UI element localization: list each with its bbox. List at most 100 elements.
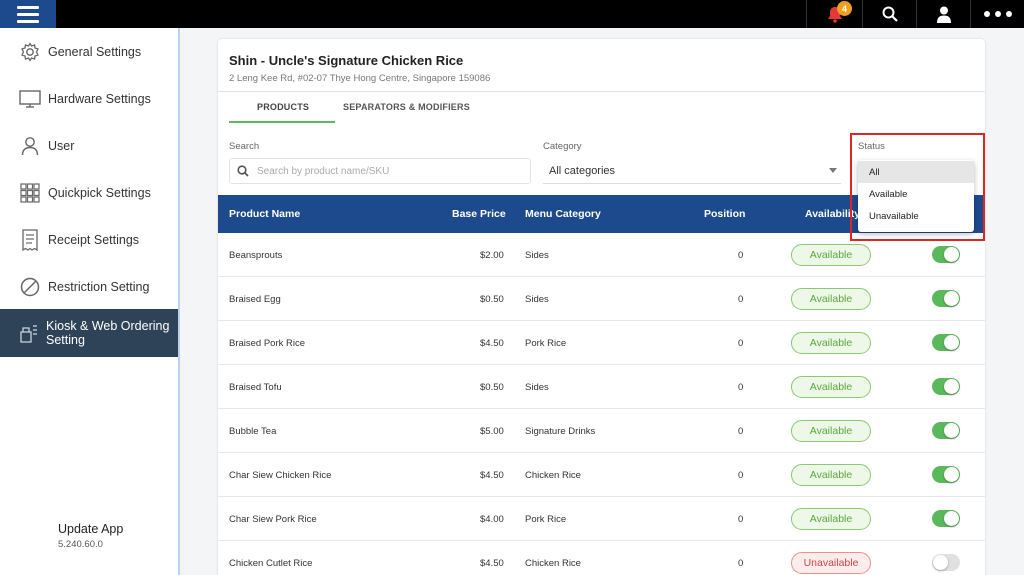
table-row[interactable]: Braised Pork Rice $4.50 Pork Rice 0 Avai… bbox=[218, 321, 985, 365]
tabs-divider bbox=[218, 91, 985, 92]
user-icon bbox=[19, 135, 41, 157]
sidebar-item-general-settings[interactable]: General Settings bbox=[0, 28, 178, 75]
sidebar-item-label: Quickpick Settings bbox=[48, 185, 151, 200]
availability-toggle[interactable] bbox=[932, 466, 960, 483]
top-bar: 4 bbox=[0, 0, 1024, 28]
base-price: $4.50 bbox=[480, 470, 504, 481]
product-name: Braised Tofu bbox=[229, 382, 282, 393]
product-name: Chicken Cutlet Rice bbox=[229, 558, 313, 569]
menu-icon[interactable] bbox=[0, 0, 56, 28]
availability-badge: Available bbox=[791, 420, 871, 442]
table-row[interactable]: Char Siew Chicken Rice $4.50 Chicken Ric… bbox=[218, 453, 985, 497]
availability-toggle[interactable] bbox=[932, 510, 960, 527]
update-app-button[interactable]: Update App 5.240.60.0 bbox=[58, 522, 123, 550]
sidebar-item-user[interactable]: User bbox=[0, 122, 178, 169]
profile-button[interactable] bbox=[916, 0, 970, 28]
receipt-icon bbox=[19, 228, 41, 251]
menu-category: Sides bbox=[525, 382, 549, 393]
products-card: Shin - Uncle's Signature Chicken Rice 2 … bbox=[218, 39, 985, 575]
header-menu-category[interactable]: Menu Category bbox=[525, 208, 601, 220]
gear-icon bbox=[19, 41, 41, 63]
menu-category: Sides bbox=[525, 250, 549, 261]
category-select[interactable]: All categories bbox=[543, 158, 841, 184]
tab-products[interactable]: PRODUCTS bbox=[257, 102, 309, 112]
availability-toggle[interactable] bbox=[932, 334, 960, 351]
restriction-icon bbox=[19, 276, 41, 298]
sidebar-item-label: Restriction Setting bbox=[48, 279, 150, 294]
sidebar-item-kiosk-web-ordering[interactable]: Kiosk & Web Ordering Setting bbox=[0, 309, 178, 357]
sidebar-item-label: Receipt Settings bbox=[48, 232, 140, 247]
menu-category: Pork Rice bbox=[525, 338, 567, 349]
table-row[interactable]: Chicken Cutlet Rice $4.50 Chicken Rice 0… bbox=[218, 541, 985, 575]
base-price: $5.00 bbox=[480, 426, 504, 437]
sidebar-item-receipt-settings[interactable]: Receipt Settings bbox=[0, 216, 178, 263]
header-position[interactable]: Position bbox=[704, 208, 745, 220]
menu-category: Signature Drinks bbox=[525, 426, 596, 437]
header-base-price[interactable]: Base Price bbox=[452, 208, 506, 220]
availability-toggle[interactable] bbox=[932, 378, 960, 395]
sidebar-item-label: Hardware Settings bbox=[48, 91, 151, 106]
notification-badge: 4 bbox=[837, 1, 852, 16]
more-button[interactable] bbox=[970, 0, 1024, 28]
table-row[interactable]: Char Siew Pork Rice $4.00 Pork Rice 0 Av… bbox=[218, 497, 985, 541]
category-value: All categories bbox=[549, 164, 616, 177]
menu-category: Pork Rice bbox=[525, 514, 567, 525]
notifications-button[interactable]: 4 bbox=[806, 0, 862, 28]
availability-badge: Available bbox=[791, 332, 871, 354]
chevron-down-icon bbox=[829, 168, 837, 173]
availability-badge: Available bbox=[791, 376, 871, 398]
header-product-name[interactable]: Product Name bbox=[229, 208, 300, 220]
sidebar-item-hardware-settings[interactable]: Hardware Settings bbox=[0, 75, 178, 122]
base-price: $2.00 bbox=[480, 250, 504, 261]
search-icon bbox=[882, 6, 898, 22]
user-icon bbox=[936, 6, 951, 23]
store-name: Shin - Uncle's Signature Chicken Rice bbox=[229, 53, 464, 68]
base-price: $0.50 bbox=[480, 294, 504, 305]
search-label: Search bbox=[229, 141, 260, 152]
availability-badge: Available bbox=[791, 508, 871, 530]
search-input[interactable]: Search by product name/SKU bbox=[229, 158, 531, 184]
app-version: 5.240.60.0 bbox=[58, 539, 103, 550]
sidebar-item-label: General Settings bbox=[48, 44, 142, 59]
monitor-icon bbox=[19, 88, 41, 110]
sidebar-item-label: User bbox=[48, 138, 75, 153]
availability-badge: Available bbox=[791, 244, 871, 266]
position: 0 bbox=[738, 250, 744, 261]
table-row[interactable]: Braised Tofu $0.50 Sides 0 Available bbox=[218, 365, 985, 409]
base-price: $0.50 bbox=[480, 382, 504, 393]
availability-badge: Unavailable bbox=[791, 552, 871, 574]
position: 0 bbox=[738, 382, 744, 393]
product-name: Beansprouts bbox=[229, 250, 283, 261]
more-icon bbox=[983, 11, 1012, 17]
menu-category: Sides bbox=[525, 294, 549, 305]
sidebar-item-label: Kiosk & Web Ordering Setting bbox=[46, 319, 170, 347]
position: 0 bbox=[738, 294, 744, 305]
menu-category: Chicken Rice bbox=[525, 558, 581, 569]
search-button[interactable] bbox=[862, 0, 916, 28]
highlight-box bbox=[850, 133, 985, 241]
product-name: Braised Pork Rice bbox=[229, 338, 306, 349]
availability-toggle[interactable] bbox=[932, 554, 960, 571]
base-price: $4.50 bbox=[480, 558, 504, 569]
availability-toggle[interactable] bbox=[932, 246, 960, 263]
position: 0 bbox=[738, 470, 744, 481]
sidebar: General Settings Hardware Settings User … bbox=[0, 28, 180, 575]
sidebar-item-quickpick-settings[interactable]: Quickpick Settings bbox=[0, 169, 178, 216]
position: 0 bbox=[738, 558, 744, 569]
menu-category: Chicken Rice bbox=[525, 470, 581, 481]
position: 0 bbox=[738, 338, 744, 349]
search-icon bbox=[237, 165, 249, 177]
availability-toggle[interactable] bbox=[932, 422, 960, 439]
table-row[interactable]: Braised Egg $0.50 Sides 0 Available bbox=[218, 277, 985, 321]
tab-separators-modifiers[interactable]: SEPARATORS & MODIFIERS bbox=[343, 102, 470, 112]
product-name: Bubble Tea bbox=[229, 426, 277, 437]
position: 0 bbox=[738, 426, 744, 437]
availability-toggle[interactable] bbox=[932, 290, 960, 307]
table-row[interactable]: Bubble Tea $5.00 Signature Drinks 0 Avai… bbox=[218, 409, 985, 453]
grid-icon bbox=[19, 182, 41, 204]
sidebar-item-restriction-setting[interactable]: Restriction Setting bbox=[0, 263, 178, 310]
availability-badge: Available bbox=[791, 464, 871, 486]
active-tab-indicator bbox=[229, 121, 335, 123]
base-price: $4.50 bbox=[480, 338, 504, 349]
store-address: 2 Leng Kee Rd, #02-07 Thye Hong Centre, … bbox=[229, 73, 491, 84]
